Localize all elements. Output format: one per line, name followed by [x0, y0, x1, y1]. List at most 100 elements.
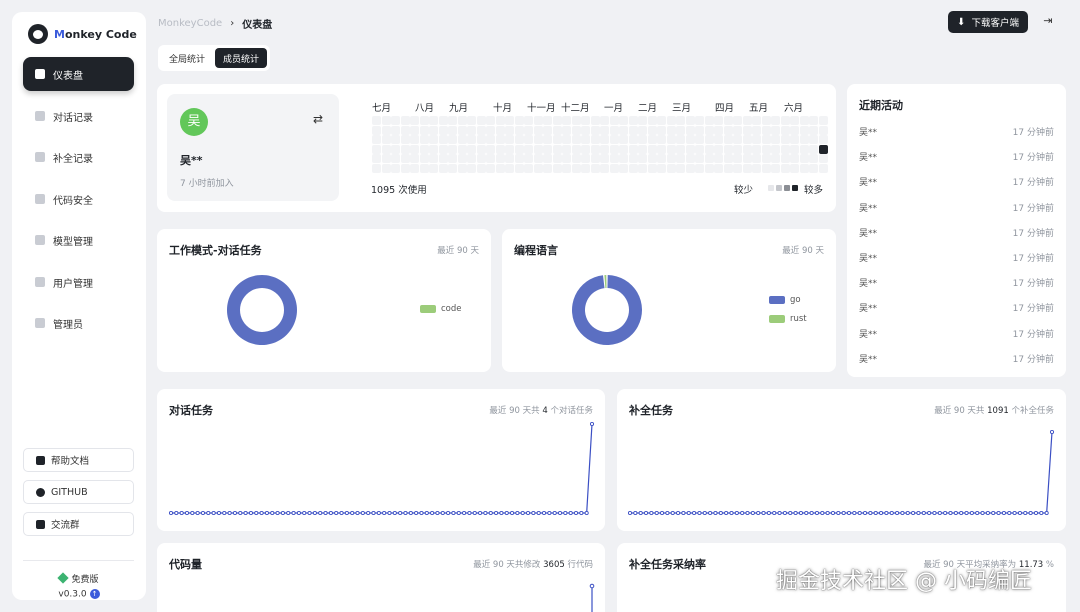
heatmap-cell[interactable] [809, 144, 818, 154]
chart-point[interactable] [275, 510, 280, 516]
heatmap-cell[interactable] [400, 116, 410, 125]
heatmap-cell[interactable] [647, 154, 657, 163]
heatmap-cell[interactable] [514, 135, 524, 144]
chart-point[interactable] [884, 510, 889, 516]
chart-point[interactable] [547, 510, 552, 516]
heatmap-cell[interactable] [809, 154, 818, 163]
chart-point[interactable] [184, 510, 190, 516]
chart-point[interactable] [745, 510, 750, 516]
heatmap-cell[interactable] [438, 154, 448, 163]
upgrade-arrow-icon[interactable]: ↑ [89, 589, 100, 599]
heatmap-cell[interactable] [533, 144, 543, 154]
heatmap-cell[interactable] [818, 154, 828, 163]
heatmap-cell[interactable] [780, 116, 790, 125]
heatmap-cell[interactable] [505, 125, 514, 135]
heatmap-cell[interactable] [552, 154, 562, 163]
heatmap-cell[interactable] [476, 116, 486, 125]
heatmap-cell[interactable] [505, 163, 514, 173]
heatmap-cell[interactable] [704, 135, 714, 144]
heatmap-cell[interactable] [790, 135, 799, 144]
heatmap-cell[interactable] [381, 154, 391, 163]
heatmap-cell[interactable] [647, 144, 657, 154]
chart-point[interactable] [510, 510, 515, 516]
chart-point[interactable] [371, 510, 376, 516]
logout-icon[interactable]: ⇥ [1040, 13, 1056, 29]
heatmap-cell[interactable] [429, 135, 438, 144]
chart-point[interactable] [702, 510, 707, 516]
heatmap-cell[interactable] [818, 144, 828, 154]
heatmap-cell[interactable] [676, 144, 685, 154]
heatmap-cell[interactable] [581, 135, 590, 144]
chart-point[interactable] [959, 510, 964, 516]
heatmap-cell[interactable] [809, 125, 818, 135]
chart-point[interactable] [1028, 510, 1033, 516]
chart-point[interactable] [264, 510, 269, 516]
heatmap-cell[interactable] [761, 144, 771, 154]
heatmap-cell[interactable] [628, 116, 638, 125]
chart-point[interactable] [243, 510, 248, 516]
heatmap-cell[interactable] [723, 163, 733, 173]
chart-point[interactable] [200, 510, 206, 516]
chart-point[interactable] [408, 510, 413, 516]
chart-point[interactable] [750, 510, 755, 516]
chart-point[interactable] [900, 510, 905, 516]
heatmap-cell[interactable] [609, 163, 619, 173]
chart-point[interactable] [911, 510, 916, 516]
chart-point[interactable] [713, 510, 718, 516]
heatmap-cell[interactable] [562, 154, 571, 163]
heatmap-cell[interactable] [742, 135, 752, 144]
chart-point[interactable] [697, 510, 702, 516]
chart-point[interactable] [259, 510, 264, 516]
chart-point[interactable] [964, 510, 969, 516]
donut-slice[interactable] [604, 275, 607, 289]
heatmap-cell[interactable] [742, 163, 752, 173]
heatmap-cell[interactable] [467, 125, 476, 135]
donut-slice[interactable] [226, 275, 297, 345]
github-button[interactable]: GITHUB [23, 480, 134, 504]
heatmap-cell[interactable] [391, 163, 400, 173]
heatmap-cell[interactable] [419, 163, 429, 173]
heatmap-cell[interactable] [780, 125, 790, 135]
chart-point[interactable] [788, 510, 793, 516]
legend-item[interactable]: rust [769, 314, 807, 324]
chart-point[interactable] [190, 510, 195, 516]
heatmap-cell[interactable] [581, 163, 590, 173]
chart-point[interactable] [179, 510, 184, 516]
heatmap-cell[interactable] [438, 144, 448, 154]
heatmap-cell[interactable] [372, 163, 381, 173]
heatmap-cell[interactable] [609, 154, 619, 163]
sidebar-item-dashboard[interactable]: 仪表盘 [23, 57, 134, 91]
chart-point[interactable] [665, 510, 670, 516]
heatmap-cell[interactable] [714, 163, 723, 173]
chart-point[interactable] [1023, 510, 1028, 516]
chart-point[interactable] [499, 510, 504, 516]
heatmap-cell[interactable] [638, 144, 647, 154]
heatmap-cell[interactable] [419, 135, 429, 144]
heatmap-cell[interactable] [476, 135, 486, 144]
heatmap-cell[interactable] [799, 154, 809, 163]
heatmap-cell[interactable] [533, 135, 543, 144]
chart-point[interactable] [798, 510, 803, 516]
heatmap-cell[interactable] [619, 125, 628, 135]
heatmap-cell[interactable] [600, 125, 609, 135]
heatmap-cell[interactable] [704, 163, 714, 173]
heatmap-cell[interactable] [486, 125, 495, 135]
chart-point[interactable] [980, 510, 985, 516]
heatmap-cell[interactable] [771, 163, 780, 173]
heatmap-cell[interactable] [543, 154, 552, 163]
chart-point[interactable] [462, 510, 467, 516]
chart-point[interactable] [232, 510, 237, 516]
heatmap-cell[interactable] [514, 154, 524, 163]
heatmap-cell[interactable] [780, 154, 790, 163]
heatmap-cell[interactable] [809, 135, 818, 144]
chart-point[interactable] [927, 510, 932, 516]
heatmap-cell[interactable] [733, 163, 742, 173]
heatmap-cell[interactable] [410, 154, 419, 163]
chart-point[interactable] [296, 510, 301, 516]
heatmap-cell[interactable] [400, 125, 410, 135]
heatmap-cell[interactable] [685, 125, 695, 135]
heatmap-cell[interactable] [552, 125, 562, 135]
heatmap-cell[interactable] [457, 154, 467, 163]
chart-point[interactable] [270, 510, 275, 516]
chart-point[interactable] [579, 510, 584, 516]
